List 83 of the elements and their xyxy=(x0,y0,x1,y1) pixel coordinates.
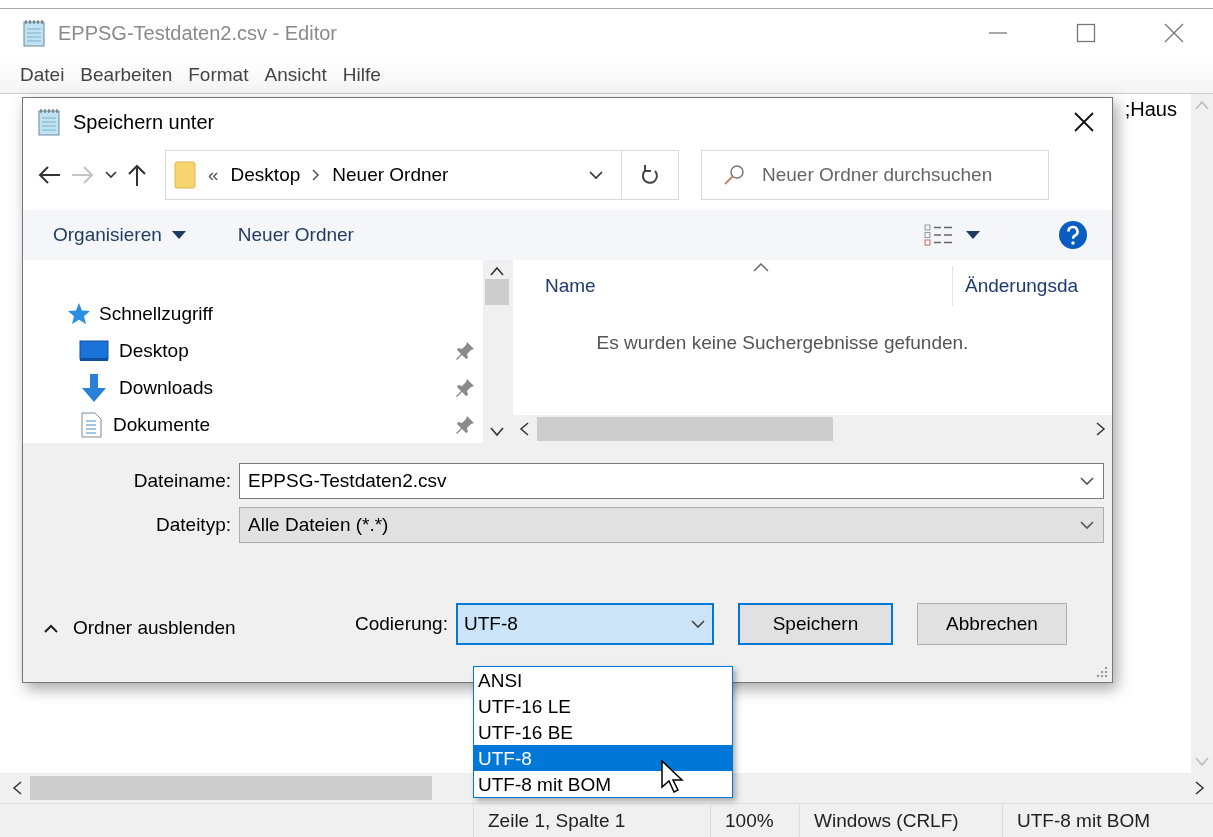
chevron-down-icon xyxy=(1079,520,1095,530)
overflow-chevrons[interactable]: « xyxy=(208,164,219,186)
scrollbar-thumb[interactable] xyxy=(537,417,833,441)
close-icon xyxy=(1073,111,1095,133)
help-icon[interactable] xyxy=(1058,220,1088,250)
toolbar-button[interactable]: Neuer Ordner xyxy=(237,224,354,246)
window-title: EPPSG-Testdaten2.csv - Editor xyxy=(58,21,338,45)
save-button[interactable]: Speichern xyxy=(737,603,893,645)
encoding-label: Codierung: xyxy=(355,613,448,635)
status-text: Windows (CRLF) xyxy=(799,804,1002,837)
field-label: Dateityp: xyxy=(155,514,232,536)
encoding-dropdown[interactable]: UTF-8 xyxy=(455,603,714,645)
down-arrow-icon xyxy=(79,372,109,403)
scroll-left-icon[interactable] xyxy=(12,781,22,795)
mouse-cursor-icon xyxy=(660,759,684,793)
address-bar[interactable]: « Desktop Neuer Ordner xyxy=(165,150,679,200)
chevron-up-icon xyxy=(43,623,59,633)
breadcrumb-item[interactable]: Neuer Ordner xyxy=(332,164,449,186)
dropdown-option[interactable]: UTF-8 xyxy=(474,745,732,771)
field-label: Dateiname: xyxy=(132,470,232,492)
dropdown-option[interactable]: UTF-16 LE xyxy=(474,693,732,719)
caret-down-icon xyxy=(966,231,980,239)
refresh-icon xyxy=(640,164,660,186)
minimize-icon xyxy=(988,31,1008,35)
dialog-title: Speichern unter xyxy=(73,110,216,134)
document-icon xyxy=(79,411,103,438)
empty-message: Es wurden keine Suchergebnisse gefunden. xyxy=(595,331,970,355)
breadcrumb-item[interactable]: Desktop xyxy=(230,164,301,186)
list-view-icon xyxy=(924,224,954,246)
file-type-dropdown[interactable]: Alle Dateien (*.*) xyxy=(239,507,1104,543)
menu-item[interactable]: Datei xyxy=(12,64,73,86)
navigation-item[interactable]: Downloads xyxy=(67,369,483,407)
chevron-down-icon xyxy=(587,170,604,180)
view-options-button[interactable] xyxy=(924,224,980,246)
dropdown-option[interactable]: UTF-16 BE xyxy=(474,719,732,745)
chevron-down-icon xyxy=(1079,476,1095,486)
scrollbar-thumb[interactable] xyxy=(30,776,432,800)
up-arrow-icon[interactable] xyxy=(127,163,147,187)
navigation-item[interactable]: Dokumente xyxy=(67,406,483,443)
search-field[interactable]: Neuer Ordner durchsuchen xyxy=(701,150,1049,200)
sort-caret-icon xyxy=(753,262,769,272)
pin-icon xyxy=(455,377,475,398)
status-text: 100% xyxy=(710,804,799,837)
column-header[interactable]: Änderungsda xyxy=(953,266,1085,306)
scroll-up-icon[interactable] xyxy=(490,266,504,276)
column-header[interactable]: Name xyxy=(513,266,953,306)
notepad-icon xyxy=(22,19,48,47)
search-icon xyxy=(723,164,745,186)
maximize-icon xyxy=(1076,23,1096,43)
status-text: Zeile 1, Spalte 1 xyxy=(473,804,710,837)
folder-icon xyxy=(174,161,196,189)
scrollbar-thumb[interactable] xyxy=(485,278,509,305)
scroll-right-icon[interactable] xyxy=(1195,781,1205,795)
vertical-scrollbar[interactable] xyxy=(483,260,511,443)
menu-item[interactable]: Ansicht xyxy=(256,64,335,86)
menu-item[interactable]: Hilfe xyxy=(334,64,389,86)
star-icon xyxy=(67,302,91,327)
pin-icon xyxy=(455,341,475,362)
status-text: UTF-8 mit BOM xyxy=(1002,804,1191,837)
scroll-left-icon[interactable] xyxy=(519,422,529,436)
resize-grip-icon xyxy=(1096,666,1108,678)
scroll-down-icon[interactable] xyxy=(490,427,504,437)
caret-down-icon xyxy=(171,231,186,239)
scroll-right-icon[interactable] xyxy=(1096,422,1106,436)
back-arrow-icon[interactable] xyxy=(37,165,61,185)
breadcrumb-chevron-icon[interactable] xyxy=(312,169,321,181)
editor-text: ;Haus xyxy=(1124,98,1177,122)
dropdown-option[interactable]: UTF-8 mit BOM xyxy=(474,771,732,797)
navigation-item[interactable]: Schnellzugriff xyxy=(67,296,483,333)
toolbar-button[interactable]: Organisieren xyxy=(53,224,186,246)
pin-icon xyxy=(455,414,475,435)
close-icon xyxy=(1164,23,1184,43)
dropdown-option[interactable]: ANSI xyxy=(474,667,732,693)
navigation-item[interactable]: Desktop xyxy=(67,332,483,370)
chevron-down-icon[interactable] xyxy=(105,171,117,179)
cancel-button[interactable]: Abbrechen xyxy=(916,603,1067,645)
menu-item[interactable]: Bearbeiten xyxy=(72,64,181,86)
hide-folders-button[interactable]: Ordner ausblenden xyxy=(23,617,355,639)
file-name-field[interactable]: EPPSG-Testdaten2.csv xyxy=(239,463,1104,499)
chevron-down-icon xyxy=(689,619,706,629)
menu-item[interactable]: Format xyxy=(180,64,257,86)
monitor-icon xyxy=(79,339,109,364)
notepad-icon xyxy=(37,108,63,136)
